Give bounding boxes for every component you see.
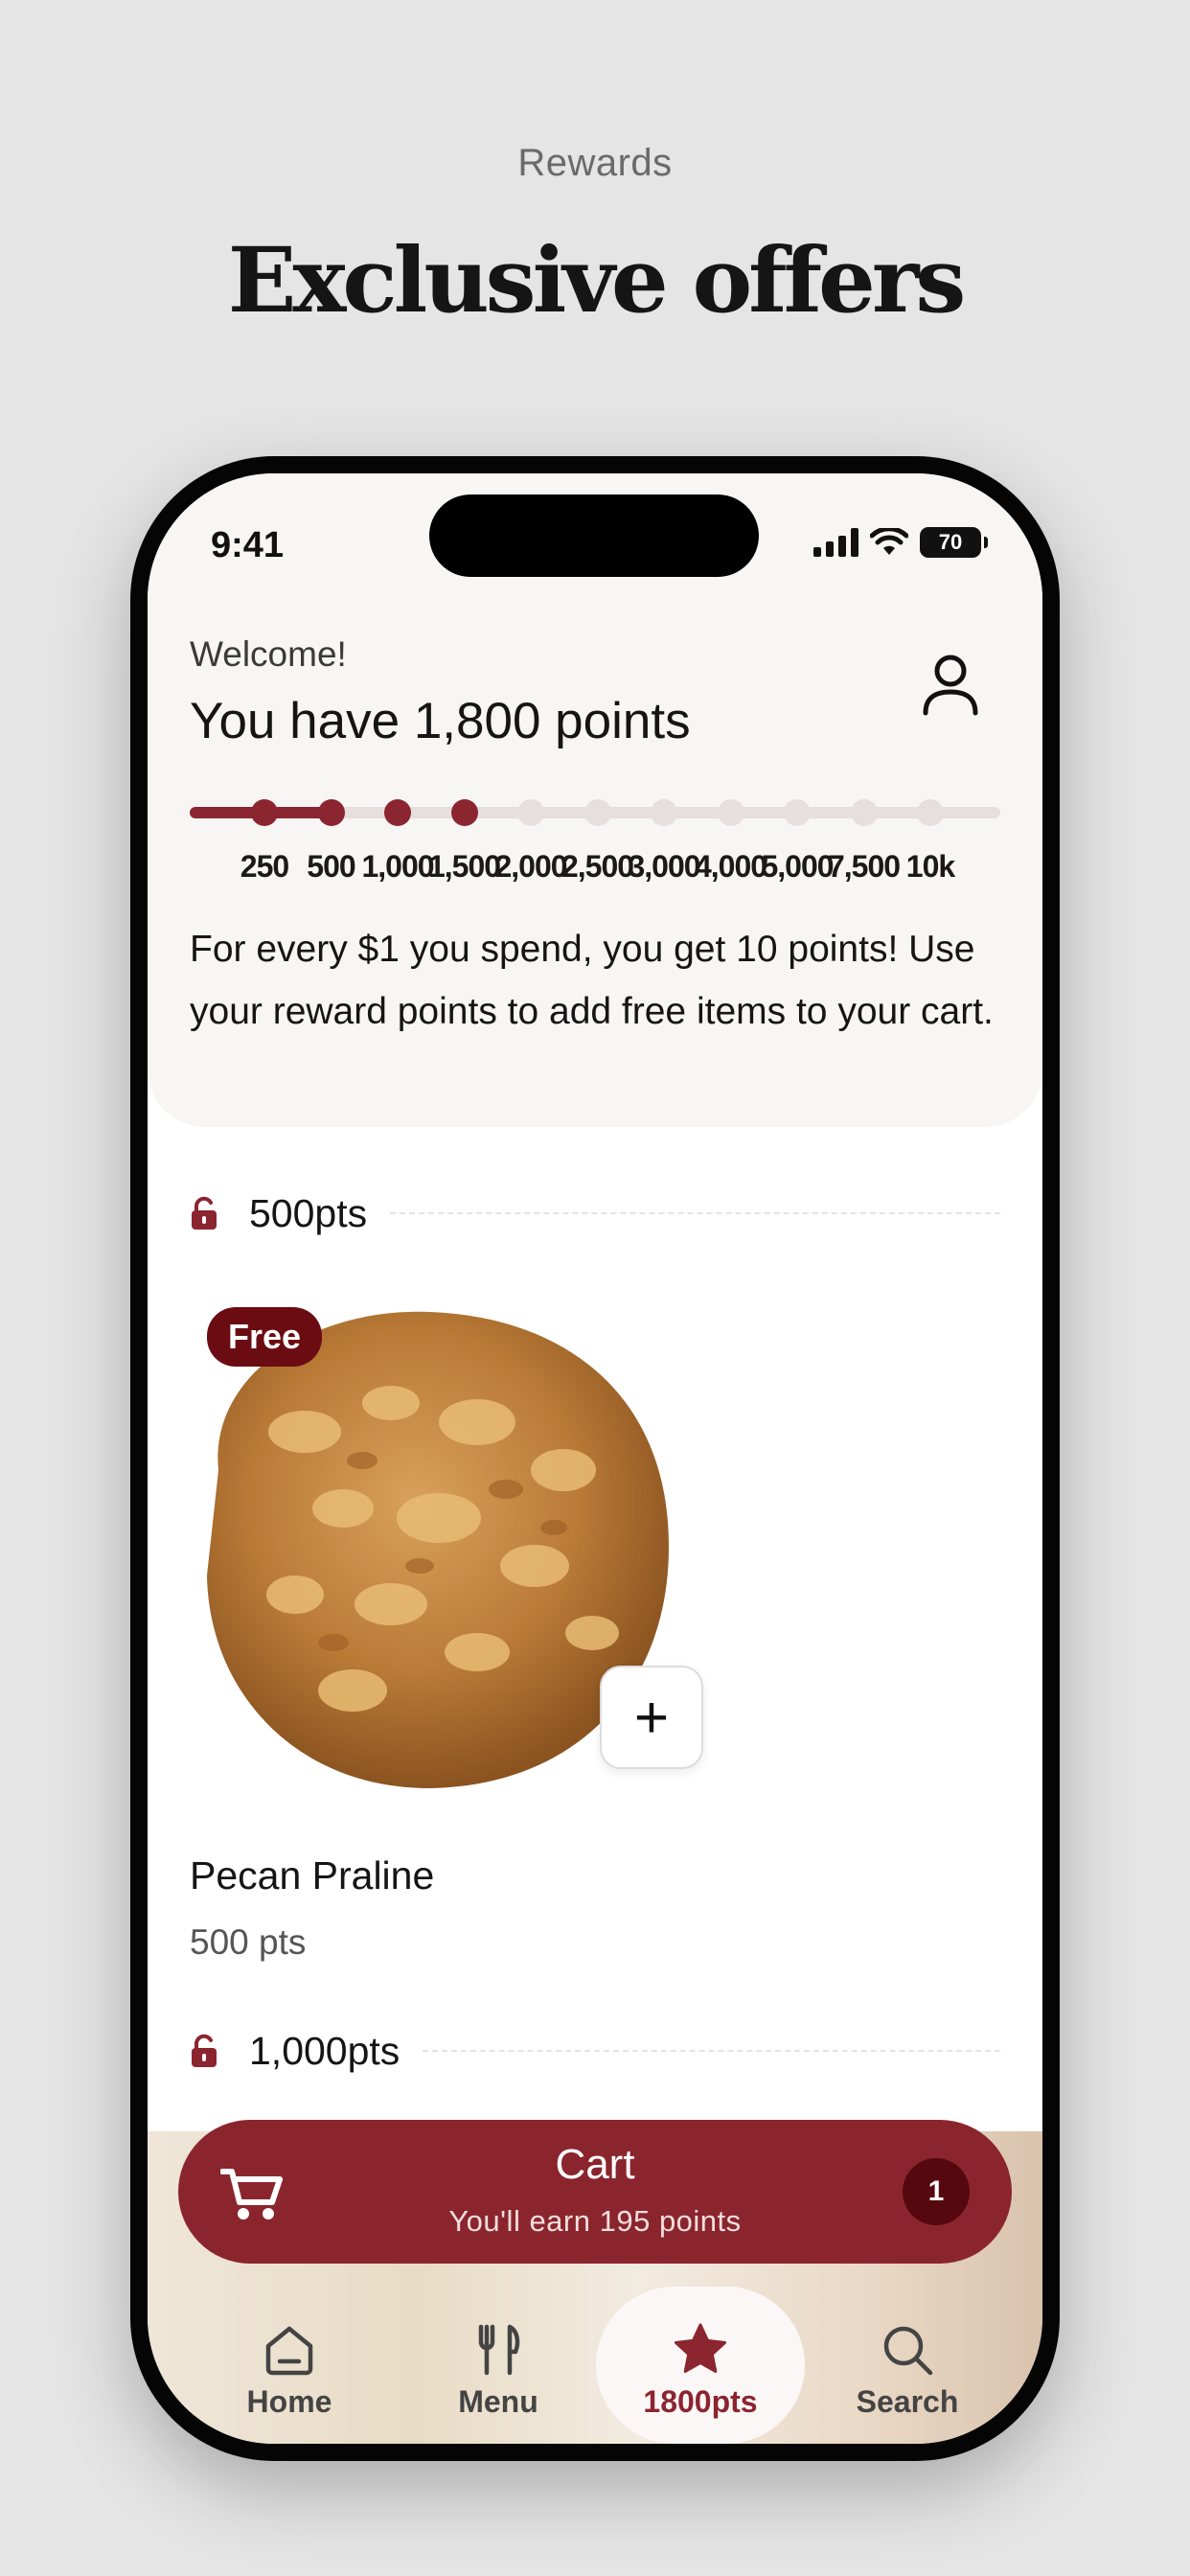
progress-tier-label: 3,000: [628, 849, 700, 884]
progress-tier-label: 1,000: [361, 849, 434, 884]
progress-tier-dot: [917, 799, 944, 826]
progress-tier-dot: [784, 799, 811, 826]
progress-tier-label: 2,000: [494, 849, 567, 884]
progress-tier-dot: [317, 799, 345, 826]
cart-count-badge: 1: [903, 2158, 970, 2225]
home-icon: [265, 2326, 313, 2376]
points-balance: You have 1,800 points: [190, 693, 691, 749]
progress-tier-dot: [850, 799, 878, 826]
progress-tier-label: 500: [307, 849, 355, 884]
unlocked-lock-icon: [192, 1196, 217, 1230]
progress-tier-label: 1,500: [427, 849, 501, 884]
progress-tier-dot: [651, 799, 677, 826]
tab-label: Home: [246, 2384, 332, 2419]
phone-frame: 9:41 70 Welcome! You have 1,800 points 2…: [130, 456, 1060, 2461]
add-to-cart-button[interactable]: +: [600, 1666, 703, 1769]
welcome-text: Welcome!: [190, 634, 347, 674]
progress-tier-label: 4,000: [694, 849, 767, 884]
tab-home[interactable]: Home: [194, 2287, 385, 2420]
progress-tier-label: 10k: [905, 849, 955, 884]
progress-tier-label: 5,000: [761, 849, 834, 884]
phone-screen: 9:41 70 Welcome! You have 1,800 points 2…: [148, 473, 1042, 2444]
page-title: Exclusive offers: [227, 228, 967, 334]
section-header-1000pts: 1,000pts: [190, 2022, 1000, 2080]
section-divider: [390, 1212, 1000, 1214]
cart-title: Cart: [555, 2141, 635, 2188]
tab-label: 1800pts: [643, 2384, 758, 2419]
wifi-icon: [870, 528, 908, 555]
section-divider: [423, 2050, 1000, 2052]
status-time: 9:41: [211, 525, 285, 565]
tab-rewards[interactable]: 1800pts: [605, 2287, 796, 2420]
points-progress-track: [190, 799, 1000, 826]
tab-menu[interactable]: Menu: [402, 2287, 594, 2420]
search-icon: [883, 2326, 933, 2376]
cart-earn-points: You'll earn 195 points: [448, 2204, 742, 2238]
page-eyebrow: Rewards: [517, 142, 673, 184]
progress-tier-dot: [584, 799, 611, 826]
status-icons: 70: [813, 527, 988, 558]
progress-tier-dot: [384, 799, 411, 826]
product-points: 500 pts: [190, 1922, 307, 1962]
progress-tier-dot: [717, 799, 744, 826]
product-name: Pecan Praline: [190, 1853, 435, 1898]
progress-tier-label: 250: [240, 849, 289, 884]
battery-icon: 70: [920, 527, 988, 558]
section-header-500pts: 500pts: [190, 1184, 1000, 1242]
tab-label: Search: [856, 2384, 959, 2419]
progress-tier-dot: [251, 799, 278, 826]
section-label: 1,000pts: [249, 2028, 400, 2073]
star-icon: [675, 2323, 726, 2373]
tab-label: Menu: [458, 2384, 538, 2419]
tab-bar: Home Menu 1800pts Search: [148, 2287, 1042, 2444]
free-badge: Free: [207, 1307, 323, 1367]
dynamic-island: [429, 494, 759, 577]
unlocked-lock-icon: [192, 2034, 217, 2067]
progress-tier-label: 2,500: [561, 849, 634, 884]
progress-tier-dot: [517, 799, 544, 826]
cart-button[interactable]: Cart You'll earn 195 points 1: [178, 2120, 1012, 2264]
section-label: 500pts: [249, 1190, 368, 1235]
progress-tier-dot: [450, 799, 478, 826]
points-explainer: For every $1 you spend, you get 10 point…: [190, 929, 994, 1032]
product-image[interactable]: Free +: [190, 1288, 703, 1806]
utensils-icon: [478, 2324, 520, 2376]
progress-tier-labels: 250 500 1,000 1,500 2,000 2,500 3,000 4,000 5,00…: [190, 849, 1000, 887]
progress-tier-label: 7,500: [827, 849, 901, 884]
tab-search[interactable]: Search: [812, 2287, 1003, 2420]
product-card[interactable]: Free + Pecan Praline 500 pts: [190, 1288, 707, 1962]
cellular-signal-icon: [813, 528, 858, 557]
profile-icon[interactable]: [920, 652, 981, 717]
